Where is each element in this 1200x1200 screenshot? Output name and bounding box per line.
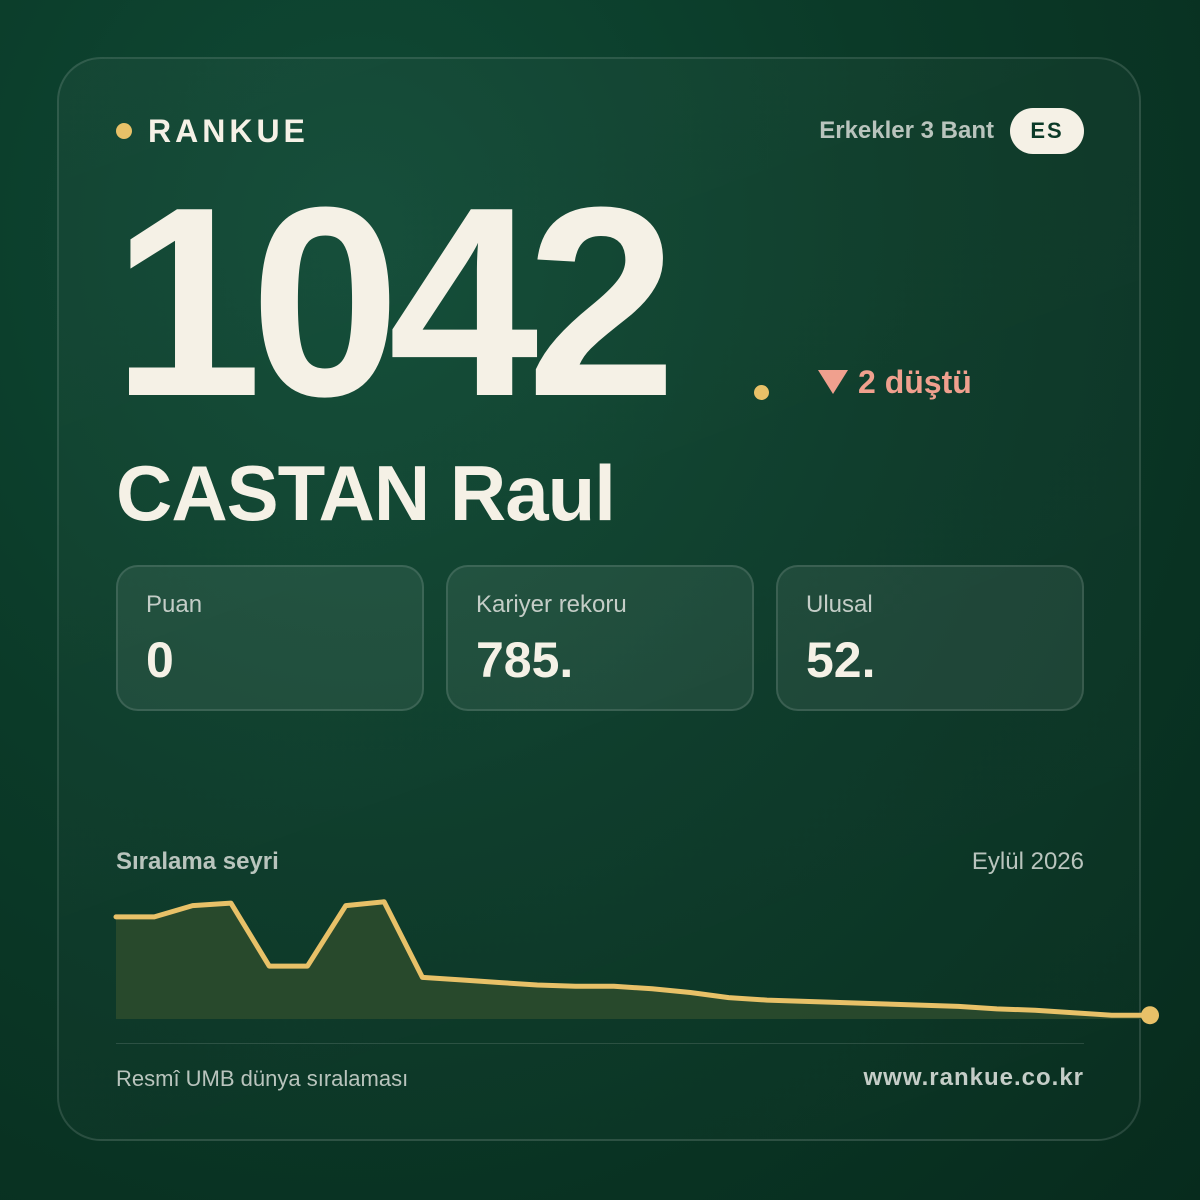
brand-logo: RANKUE [116,112,309,150]
stat-value: 52. [806,632,876,688]
stat-label: Puan [146,591,203,618]
stat-value: 0 [146,632,174,688]
header-meta: Erkekler 3 Bant ES [819,108,1084,154]
trend-title: Sıralama seyri [116,848,279,875]
rank-number: 1042 [112,152,677,453]
footer-divider [116,1043,1084,1044]
rank-change: 2 düştü [818,362,972,402]
rank-dot-icon [754,385,769,400]
stat-card-points: Puan 0 [116,565,424,711]
stat-value: 785. [476,632,574,688]
brand-dot-icon [116,123,132,139]
country-badge: ES [1010,108,1084,154]
trend-end-dot [1141,1006,1159,1025]
footer-url: www.rankue.co.kr [863,1064,1084,1091]
stat-label: Ulusal [806,591,873,618]
down-triangle-icon [818,370,848,394]
category-label: Erkekler 3 Bant [819,117,994,144]
footer-source: Resmî UMB dünya sıralaması [116,1066,409,1091]
stat-card-national: Ulusal 52. [776,565,1084,711]
brand-name: RANKUE [148,112,309,149]
rank-change-text: 2 düştü [858,363,972,400]
stat-card-career-best: Kariyer rekoru 785. [446,565,754,711]
player-name: CASTAN Raul [116,449,616,537]
trend-date: Eylül 2026 [971,848,1084,875]
stat-label: Kariyer rekoru [476,591,627,618]
